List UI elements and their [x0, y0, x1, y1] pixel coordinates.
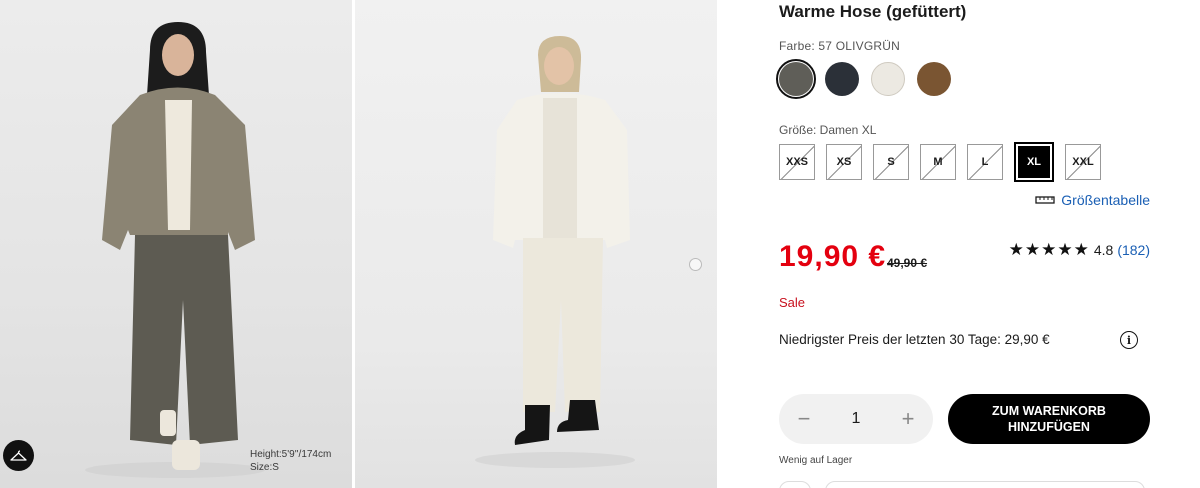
secondary-action-button[interactable]	[825, 481, 1145, 488]
rating-stars-icon: ★★★★★	[1008, 240, 1090, 259]
model-size-caption: Height:5'9''/174cm Size:S	[250, 448, 331, 474]
size-chart-link[interactable]: Größentabelle	[1035, 192, 1150, 208]
size-option-xs[interactable]: XS	[826, 144, 862, 180]
original-price: 49,90 €	[887, 256, 928, 270]
color-swatch-brown[interactable]	[914, 59, 954, 99]
sale-badge: Sale	[779, 295, 806, 310]
size-options: XXS XS S M L XL XXL	[779, 142, 1101, 182]
wishlist-button[interactable]	[779, 481, 811, 488]
size-option-xxs[interactable]: XXS	[779, 144, 815, 180]
size-option-xl[interactable]: XL	[1014, 142, 1054, 182]
color-swatch-navy[interactable]	[822, 59, 862, 99]
color-swatches	[776, 59, 954, 99]
quantity-value[interactable]: 1	[852, 410, 861, 428]
product-rating[interactable]: ★★★★★ 4.8 (182)	[1009, 240, 1150, 260]
color-swatch-olive[interactable]	[776, 59, 816, 99]
model-height: Height:5'9''/174cm	[250, 449, 332, 460]
quantity-decrease-button[interactable]: −	[797, 406, 811, 432]
add-to-cart-button[interactable]: ZUM WARENKORB HINZUFÜGEN	[948, 394, 1150, 444]
current-price: 19,90 €	[779, 240, 887, 273]
size-label: Größe: Damen XL	[779, 123, 877, 137]
quantity-increase-button[interactable]: +	[901, 406, 915, 432]
lowest-price-note: Niedrigster Preis der letzten 30 Tage: 2…	[779, 332, 1050, 347]
product-image-model-2[interactable]	[355, 0, 717, 488]
size-option-l[interactable]: L	[967, 144, 1003, 180]
info-icon[interactable]: i	[1120, 331, 1138, 349]
image-info-dot[interactable]	[689, 258, 702, 271]
color-label: Farbe: 57 OLIVGRÜN	[779, 39, 900, 53]
color-swatch-off-white[interactable]	[868, 59, 908, 99]
model-illustration-1	[85, 22, 265, 478]
size-option-xxl[interactable]: XXL	[1065, 144, 1101, 180]
quantity-stepper: − 1 +	[779, 394, 933, 444]
outfit-hanger-button[interactable]	[3, 440, 34, 471]
size-option-s[interactable]: S	[873, 144, 909, 180]
hanger-icon	[10, 449, 27, 461]
size-option-m[interactable]: M	[920, 144, 956, 180]
rating-value: 4.8	[1093, 242, 1114, 258]
review-count-link[interactable]: (182)	[1117, 242, 1150, 258]
size-chart-label: Größentabelle	[1061, 192, 1150, 208]
product-title: Warme Hose (gefüttert)	[779, 2, 967, 21]
stock-status: Wenig auf Lager	[779, 455, 853, 466]
model-illustration-2	[475, 36, 635, 468]
ruler-icon	[1035, 196, 1055, 204]
model-size: Size:S	[250, 462, 279, 473]
product-image-model-1[interactable]: Height:5'9''/174cm Size:S	[0, 0, 352, 488]
